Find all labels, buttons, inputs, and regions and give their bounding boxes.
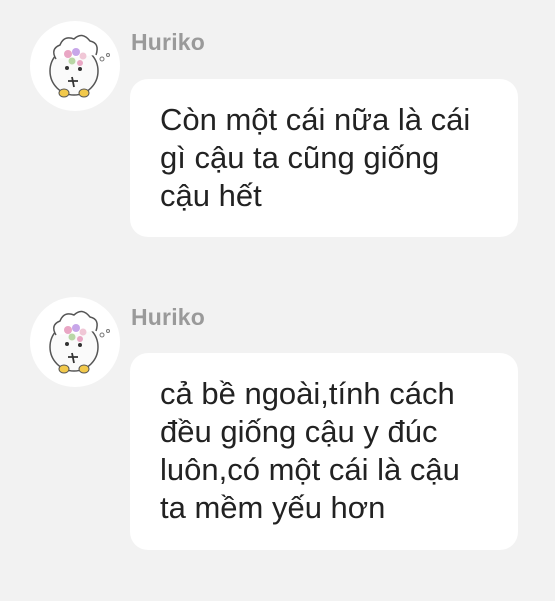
- sheep-avatar-icon[interactable]: [30, 21, 120, 111]
- sender-name: Huriko: [131, 304, 206, 330]
- message-text-line: cậu hết: [160, 178, 262, 213]
- message-text-line: Còn một cái nữa là cái: [160, 102, 471, 137]
- message-text-line: đều giống cậu y đúc: [160, 414, 438, 449]
- message-text-line: ta mềm yếu hơn: [160, 490, 386, 525]
- message-text-line: cả bề ngoài,tính cách: [160, 376, 455, 411]
- message-bubble[interactable]: Còn một cái nữa là cái gì cậu ta cũng gi…: [130, 79, 518, 237]
- message-bubble[interactable]: cả bề ngoài,tính cách đều giống cậu y đú…: [130, 353, 518, 550]
- message-text-line: luôn,có một cái là cậu: [160, 452, 460, 487]
- sender-name: Huriko: [131, 29, 206, 55]
- message-text-line: gì cậu ta cũng giống: [160, 140, 440, 175]
- sheep-avatar-icon[interactable]: [30, 297, 120, 387]
